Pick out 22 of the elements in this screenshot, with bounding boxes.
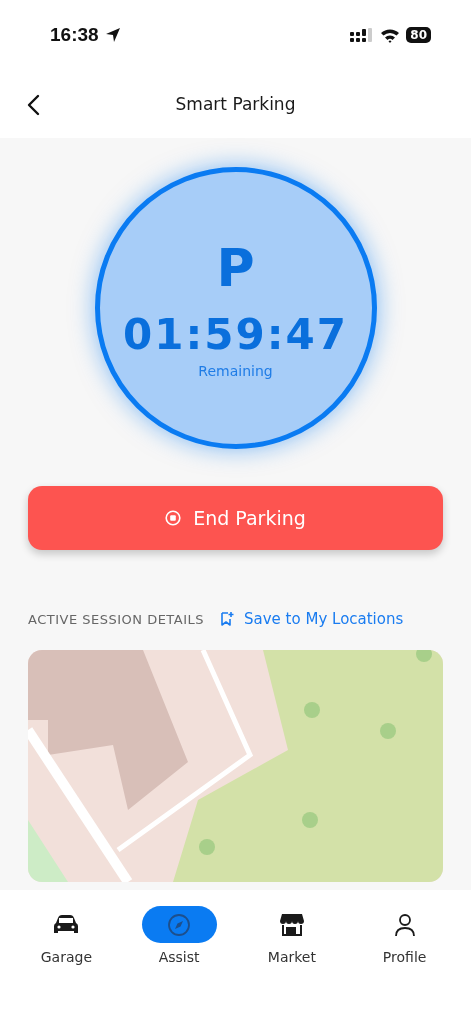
tab-item[interactable]: Garage	[16, 906, 117, 1024]
bookmark-plus-icon	[220, 611, 235, 627]
location-arrow-icon	[104, 27, 121, 43]
car-icon	[53, 913, 80, 936]
store-icon	[278, 912, 305, 937]
tab-item[interactable]: Market	[241, 906, 342, 1024]
screen-title: Smart Parking	[175, 94, 296, 114]
tab-item[interactable]: Profile	[354, 906, 455, 1024]
save-location-link[interactable]: Save to My Locations	[220, 610, 404, 628]
wifi-icon	[380, 27, 401, 43]
timer-caption: Remaining	[198, 362, 273, 379]
parking-letter: P	[216, 241, 255, 294]
person-icon	[392, 912, 417, 937]
section-heading: ACTIVE SESSION DETAILS	[28, 611, 205, 627]
status-time: 16:38	[50, 24, 99, 46]
back-icon[interactable]	[26, 94, 40, 116]
tab-item[interactable]: Assist	[129, 906, 230, 1024]
timer-value: 01:59:47	[123, 309, 348, 359]
battery-indicator: 80	[406, 27, 431, 43]
signal-icon	[350, 28, 375, 42]
stop-icon	[165, 510, 182, 526]
compass-icon	[167, 912, 192, 937]
